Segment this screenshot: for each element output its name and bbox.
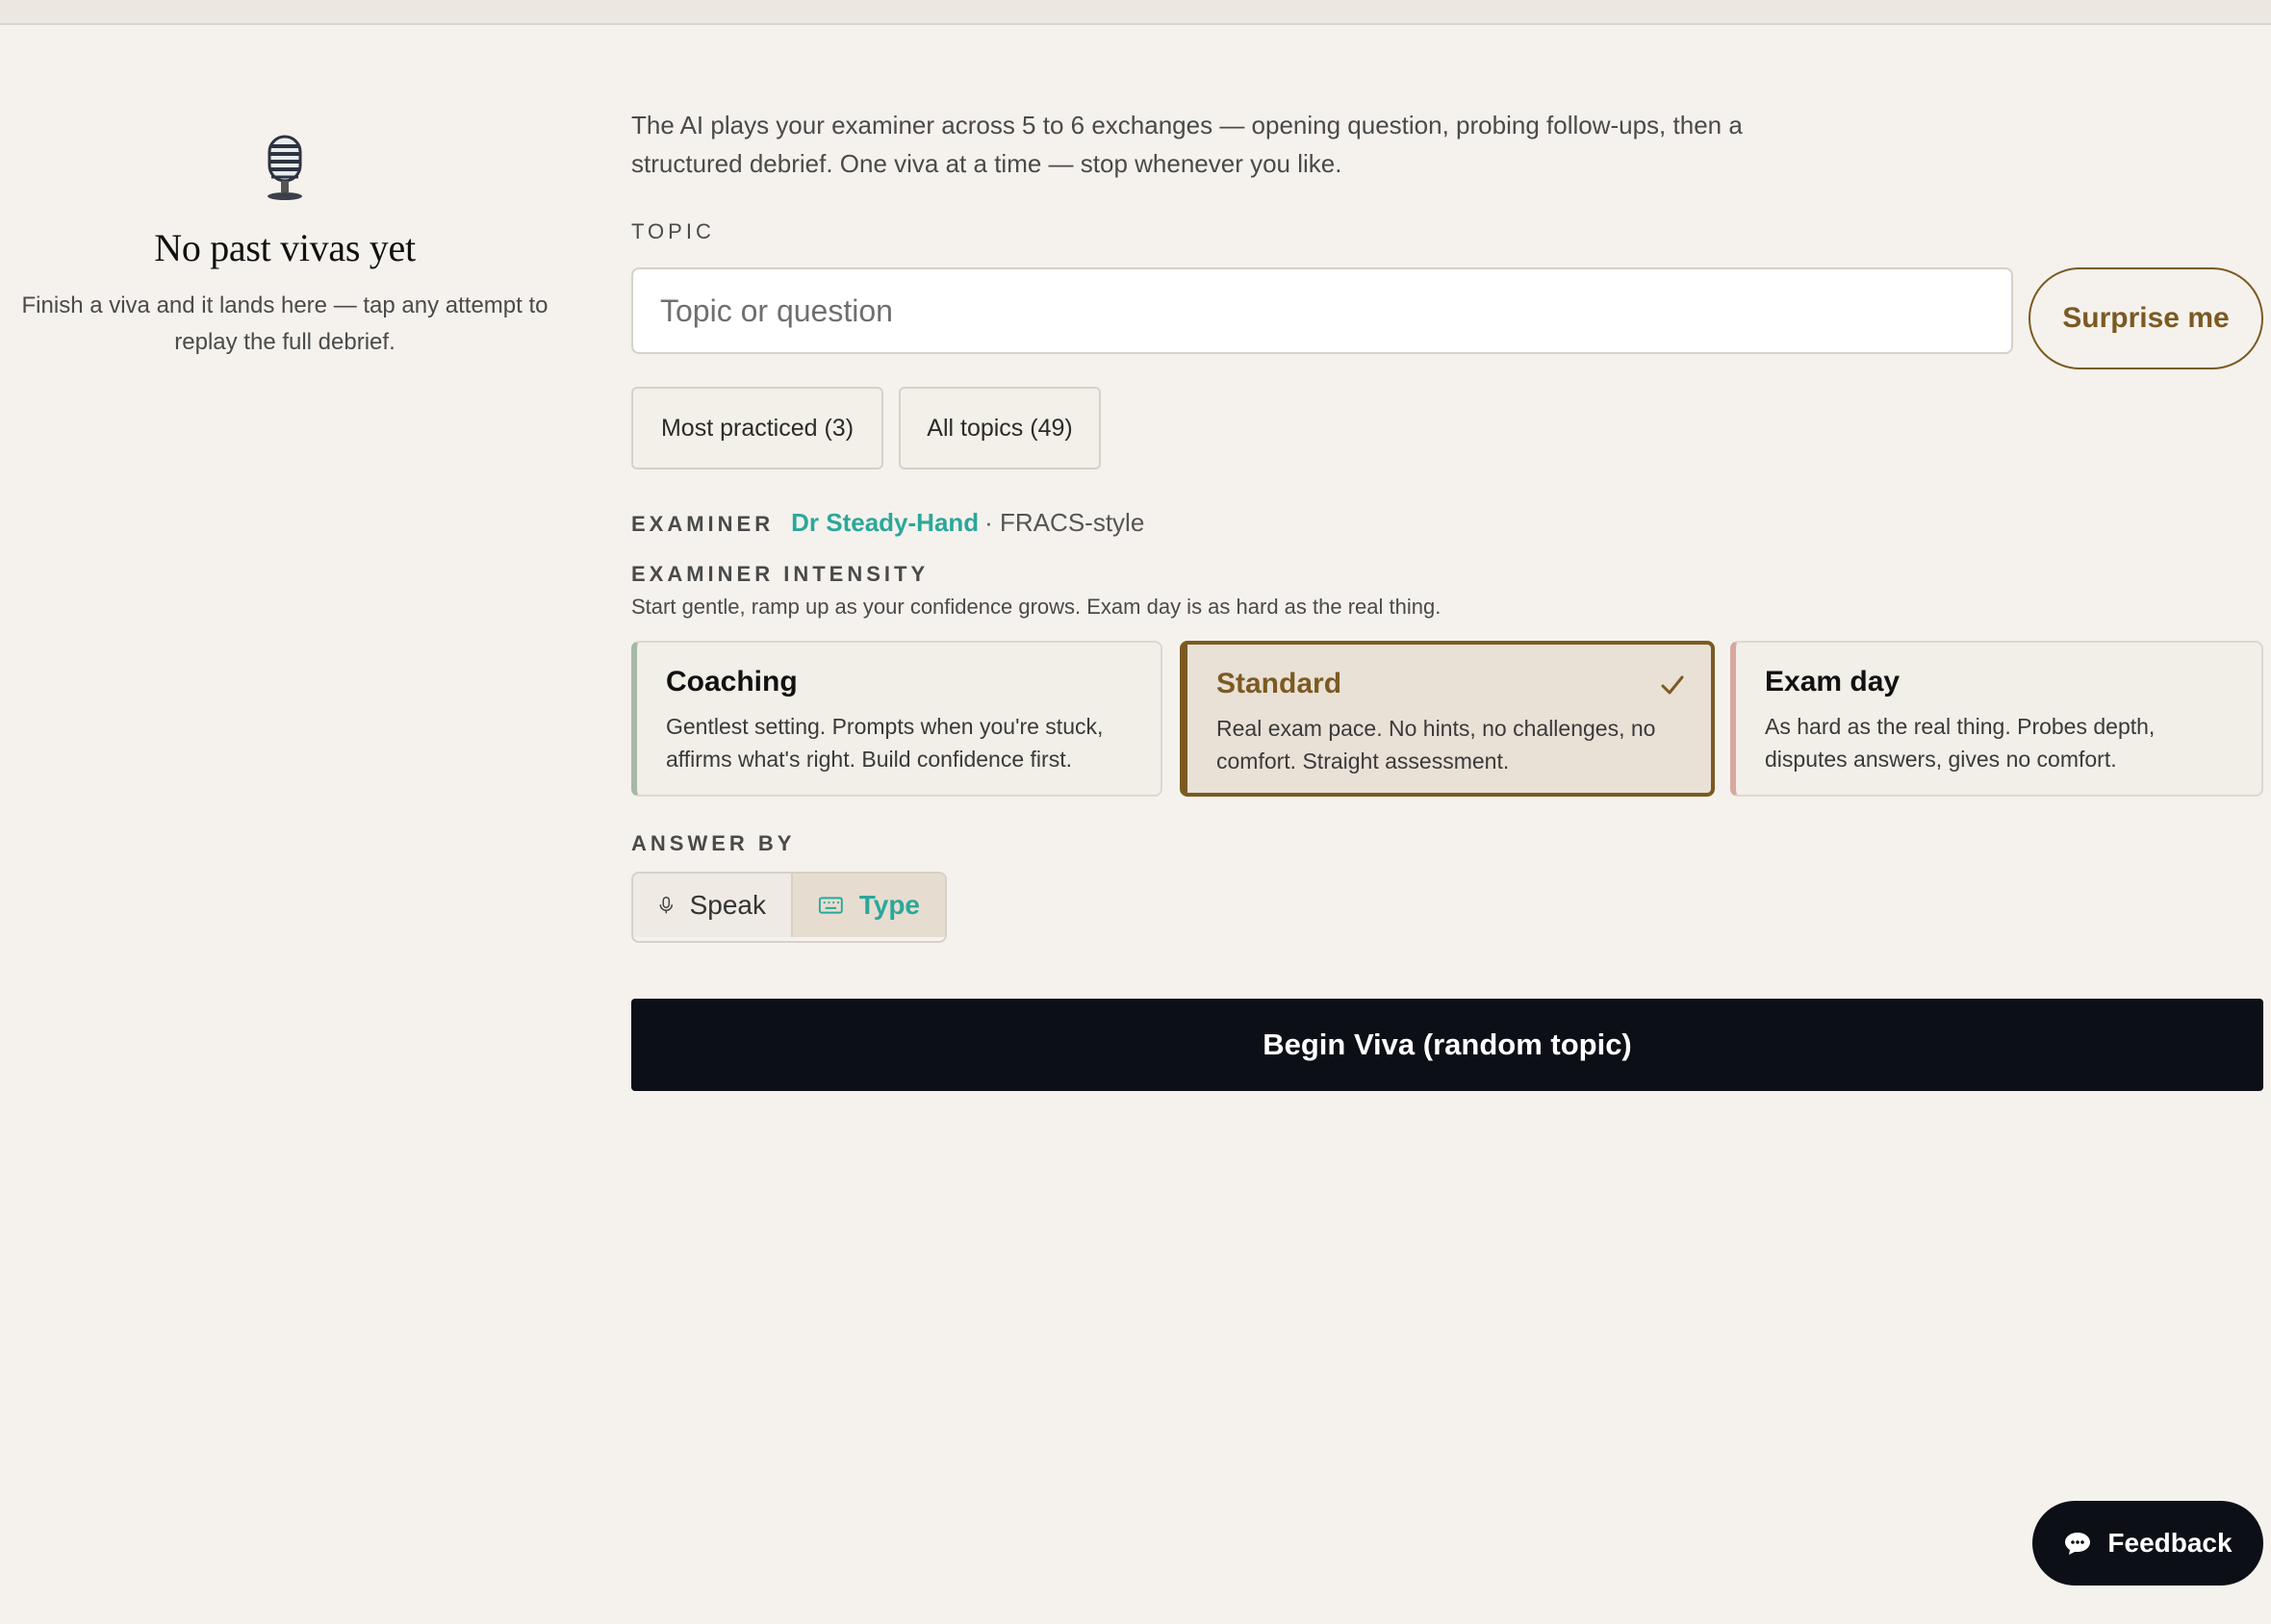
examiner-row: EXAMINER Dr Steady-Hand · FRACS-style	[631, 508, 1144, 538]
intensity-description: Start gentle, ramp up as your confidence…	[631, 595, 1442, 619]
answer-speak-button[interactable]: Speak	[633, 874, 793, 937]
examiner-style: · FRACS-style	[984, 508, 1145, 537]
past-vivas-panel: No past vivas yet Finish a viva and it l…	[0, 135, 570, 361]
empty-state-description: Finish a viva and it lands here — tap an…	[21, 292, 549, 355]
answer-speak-label: Speak	[689, 890, 766, 920]
answer-by-label: ANSWER BY	[631, 831, 796, 855]
intro-text: The AI plays your examiner across 5 to 6…	[631, 111, 1743, 178]
intensity-options: Coaching Gentlest setting. Prompts when …	[631, 641, 2263, 797]
all-topics-chip[interactable]: All topics (49)	[899, 387, 1101, 469]
intensity-card-description: Real exam pace. No hints, no challenges,…	[1216, 716, 1656, 774]
examiner-name: Dr Steady-Hand	[791, 508, 980, 537]
microphone-icon	[659, 896, 674, 914]
feedback-button[interactable]: Feedback	[2032, 1501, 2263, 1586]
examiner-label: EXAMINER	[631, 512, 775, 536]
intensity-card-title: Coaching	[666, 666, 798, 698]
intensity-card-description: Gentlest setting. Prompts when you're st…	[666, 714, 1104, 772]
begin-viva-button[interactable]: Begin Viva (random topic)	[631, 999, 2263, 1091]
intensity-label: EXAMINER INTENSITY	[631, 562, 930, 586]
intensity-card-description: As hard as the real thing. Probes depth,…	[1765, 714, 2156, 772]
intensity-card-standard[interactable]: Standard Real exam pace. No hints, no ch…	[1180, 641, 1715, 797]
answer-type-button[interactable]: Type	[793, 874, 945, 937]
surprise-me-button[interactable]: Surprise me	[2029, 267, 2263, 369]
topic-label: TOPIC	[631, 219, 715, 243]
viva-setup: The AI plays your examiner across 5 to 6…	[631, 106, 2263, 1091]
check-icon	[1661, 675, 1684, 695]
feedback-label: Feedback	[2107, 1528, 2233, 1558]
most-practiced-chip[interactable]: Most practiced (3)	[631, 387, 883, 469]
microphone-emoji-icon	[268, 135, 302, 200]
intensity-card-title: Standard	[1216, 668, 1342, 699]
answer-type-label: Type	[858, 890, 920, 920]
empty-state-title: No past vivas yet	[154, 226, 416, 269]
chat-bubble-icon	[2065, 1533, 2091, 1555]
top-bar	[0, 0, 2271, 25]
intensity-card-title: Exam day	[1765, 666, 1901, 698]
topic-input[interactable]	[631, 267, 2013, 354]
intensity-card-exam-day[interactable]: Exam day As hard as the real thing. Prob…	[1730, 641, 2263, 797]
keyboard-icon	[818, 897, 843, 914]
intensity-card-coaching[interactable]: Coaching Gentlest setting. Prompts when …	[631, 641, 1162, 797]
answer-mode-toggle: Speak Type	[631, 872, 947, 943]
